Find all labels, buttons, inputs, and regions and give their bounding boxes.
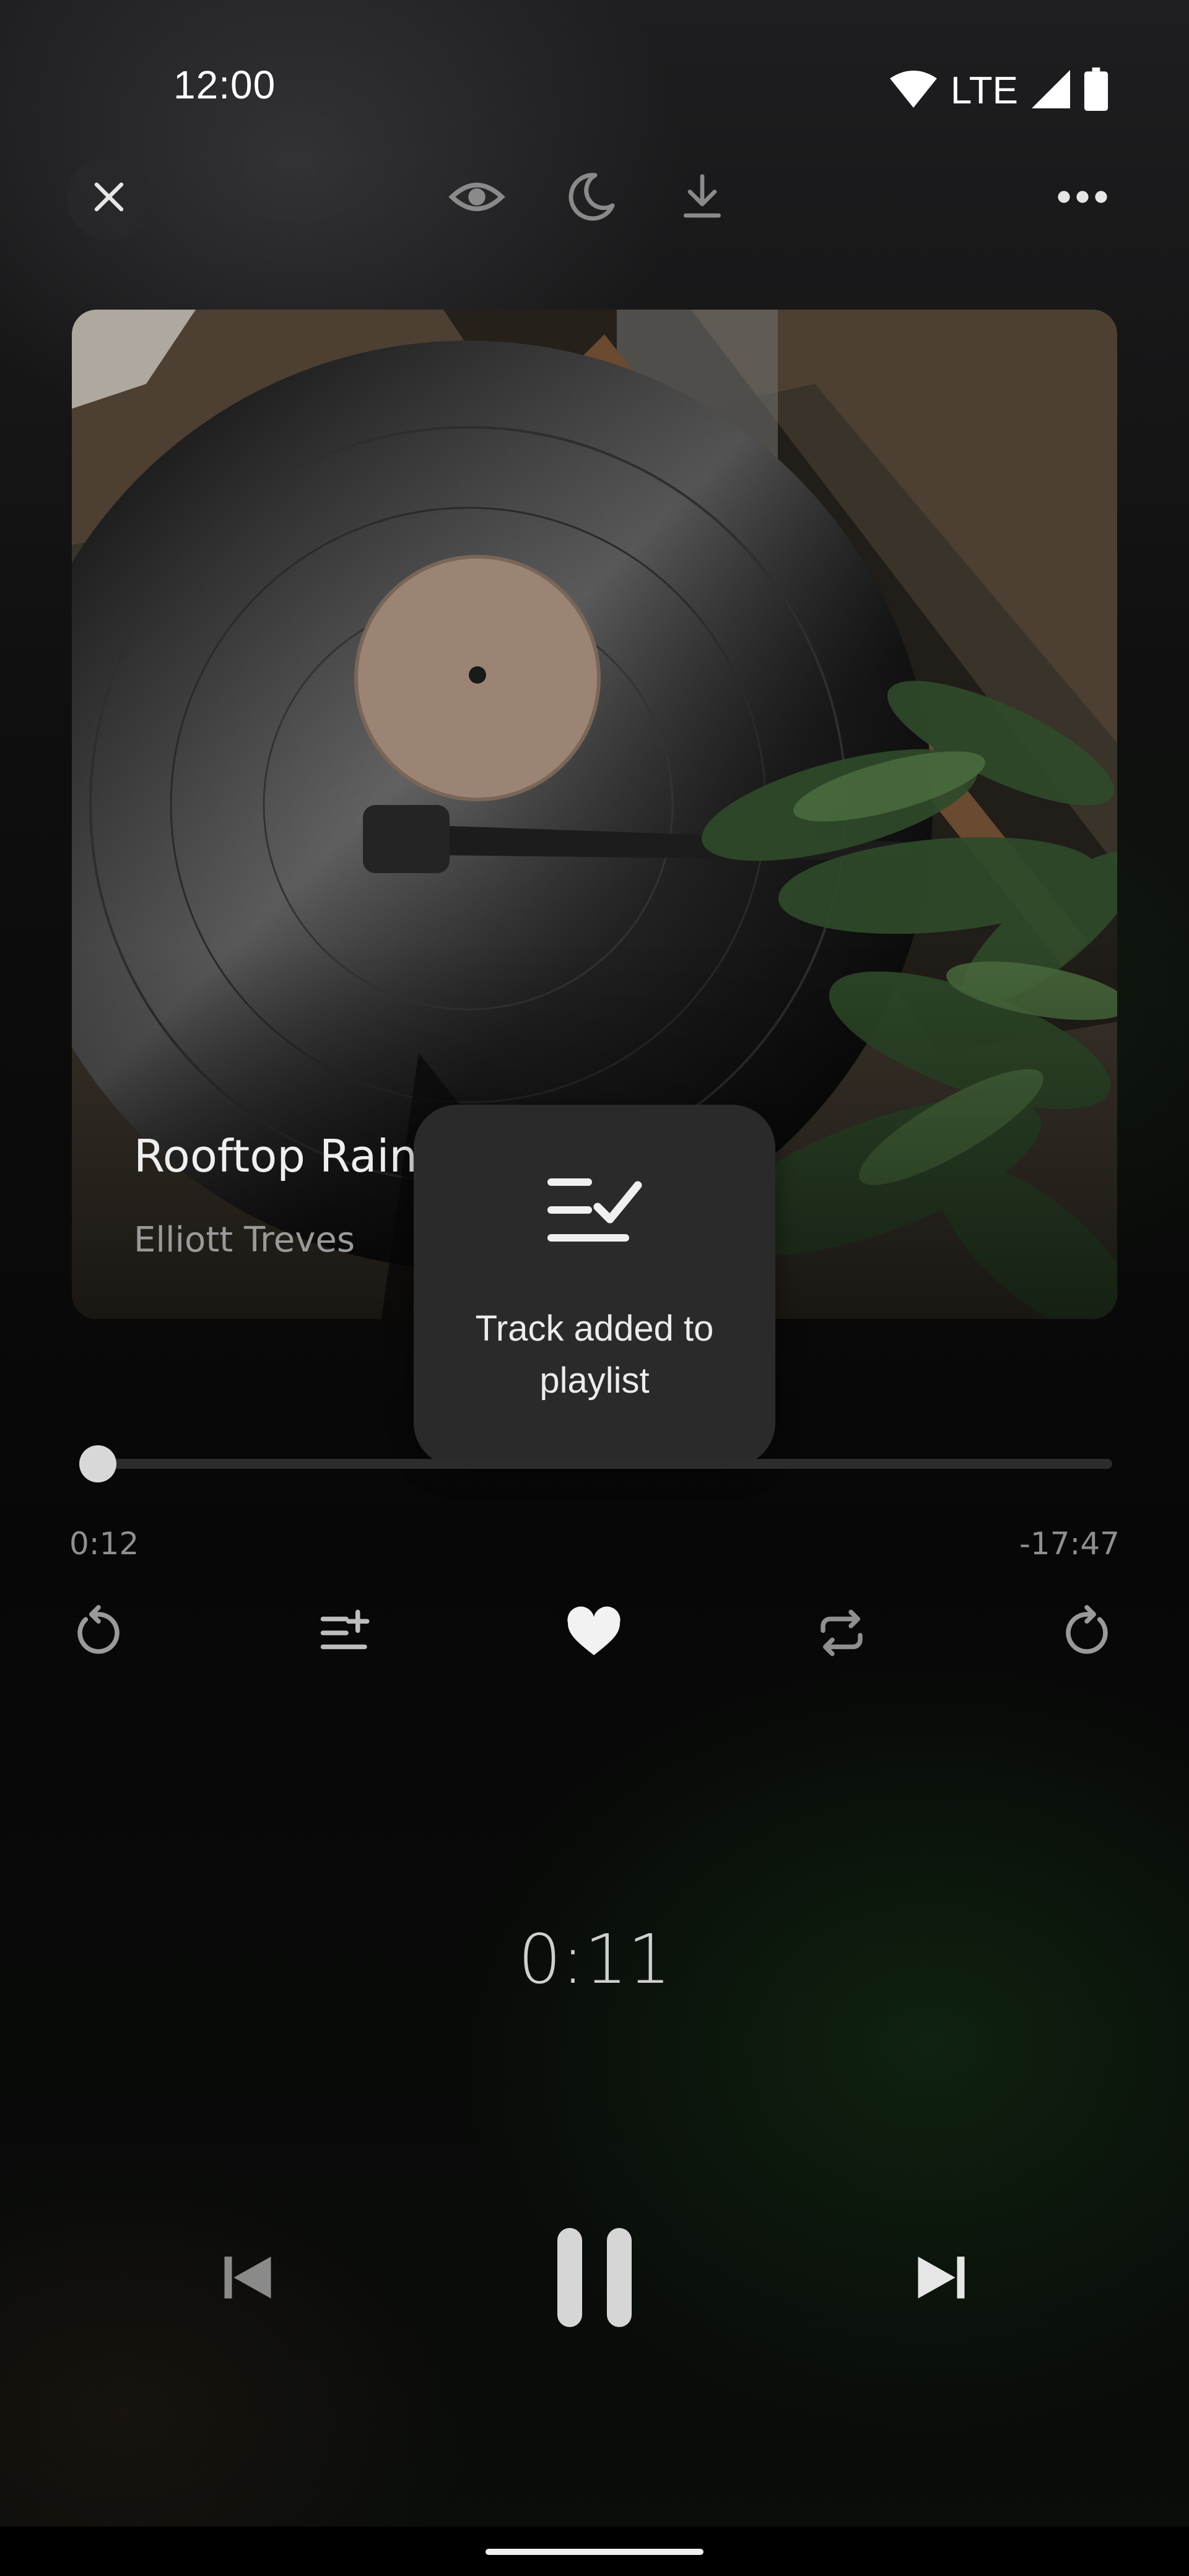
skip-previous-icon — [220, 2250, 276, 2308]
sleep-timer-button[interactable] — [561, 168, 621, 228]
remaining-time: -17:47 — [1019, 1526, 1120, 1562]
progress-bar[interactable] — [87, 1459, 1112, 1469]
home-gesture-handle[interactable] — [486, 2549, 703, 2555]
skip-next-icon — [913, 2250, 969, 2308]
eye-icon — [448, 168, 505, 228]
toast-track-added: Track added to playlist — [414, 1105, 775, 1466]
pause-icon — [554, 2228, 635, 2330]
status-icons: LTE — [889, 66, 1108, 115]
add-to-queue-icon — [318, 1605, 374, 1663]
add-to-queue-button[interactable] — [312, 1600, 380, 1668]
download-button[interactable] — [673, 168, 732, 228]
like-button[interactable] — [560, 1600, 628, 1668]
repeat-button[interactable] — [808, 1600, 876, 1668]
track-artist: Elliott Treves — [134, 1220, 355, 1260]
visualizer-button[interactable] — [447, 168, 507, 228]
battery-icon — [1084, 67, 1108, 113]
wifi-icon — [889, 71, 937, 110]
heart-icon — [564, 1603, 624, 1665]
rewind-icon — [71, 1605, 126, 1663]
skip-previous-button[interactable] — [204, 2242, 291, 2316]
elapsed-time: 0:12 — [69, 1526, 139, 1562]
download-icon — [677, 172, 727, 224]
more-icon — [1055, 188, 1110, 209]
skip-next-button[interactable] — [898, 2242, 985, 2316]
repeat-icon — [814, 1605, 869, 1663]
status-time: 12:00 — [173, 63, 276, 107]
rewind-button[interactable] — [64, 1600, 133, 1668]
playlist-added-check-icon — [545, 1167, 644, 1253]
forward-icon — [1059, 1605, 1115, 1663]
pause-button[interactable] — [533, 2217, 656, 2341]
progress-thumb[interactable] — [79, 1445, 117, 1482]
more-options-button[interactable] — [1053, 168, 1112, 228]
forward-button[interactable] — [1053, 1600, 1121, 1668]
cell-signal-icon — [1032, 70, 1070, 111]
close-button[interactable] — [67, 156, 151, 240]
sleep-timer-countdown: 0:11 — [518, 1920, 671, 1999]
close-icon — [90, 178, 128, 218]
moon-icon — [565, 171, 617, 225]
network-label: LTE — [950, 69, 1018, 112]
toast-message: Track added to playlist — [475, 1308, 714, 1401]
